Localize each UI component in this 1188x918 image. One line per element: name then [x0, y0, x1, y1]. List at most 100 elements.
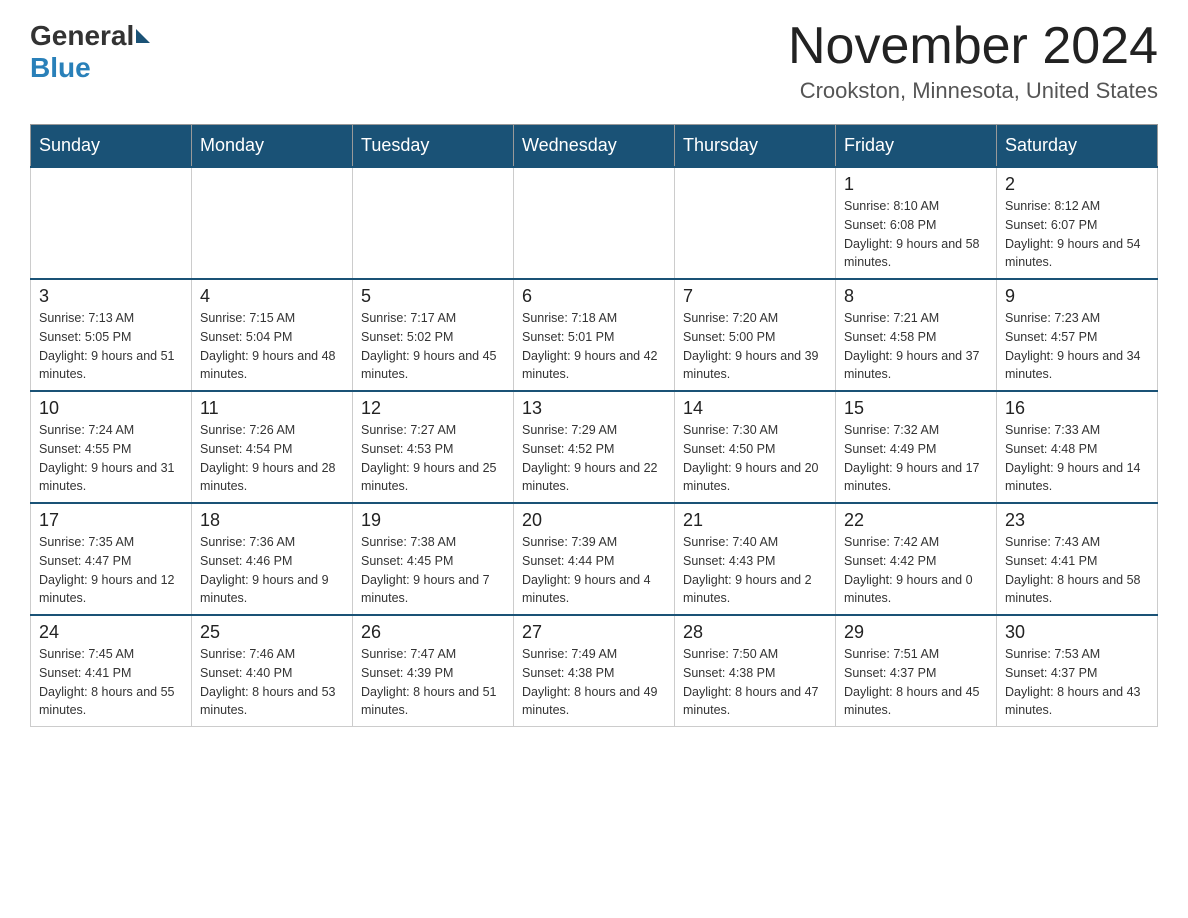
calendar-cell: 29Sunrise: 7:51 AMSunset: 4:37 PMDayligh…	[836, 615, 997, 727]
calendar-header-monday: Monday	[192, 125, 353, 168]
calendar-cell: 13Sunrise: 7:29 AMSunset: 4:52 PMDayligh…	[514, 391, 675, 503]
title-section: November 2024 Crookston, Minnesota, Unit…	[788, 20, 1158, 104]
day-info: Sunrise: 7:50 AMSunset: 4:38 PMDaylight:…	[683, 645, 827, 720]
calendar-cell: 28Sunrise: 7:50 AMSunset: 4:38 PMDayligh…	[675, 615, 836, 727]
day-info: Sunrise: 7:38 AMSunset: 4:45 PMDaylight:…	[361, 533, 505, 608]
day-number: 2	[1005, 174, 1149, 195]
day-info: Sunrise: 7:30 AMSunset: 4:50 PMDaylight:…	[683, 421, 827, 496]
day-number: 23	[1005, 510, 1149, 531]
day-number: 26	[361, 622, 505, 643]
calendar-week-row: 3Sunrise: 7:13 AMSunset: 5:05 PMDaylight…	[31, 279, 1158, 391]
calendar-week-row: 1Sunrise: 8:10 AMSunset: 6:08 PMDaylight…	[31, 167, 1158, 279]
day-number: 27	[522, 622, 666, 643]
calendar-cell: 2Sunrise: 8:12 AMSunset: 6:07 PMDaylight…	[997, 167, 1158, 279]
calendar-week-row: 24Sunrise: 7:45 AMSunset: 4:41 PMDayligh…	[31, 615, 1158, 727]
calendar-cell: 27Sunrise: 7:49 AMSunset: 4:38 PMDayligh…	[514, 615, 675, 727]
logo-blue-text: Blue	[30, 52, 152, 84]
calendar-cell: 19Sunrise: 7:38 AMSunset: 4:45 PMDayligh…	[353, 503, 514, 615]
day-info: Sunrise: 7:51 AMSunset: 4:37 PMDaylight:…	[844, 645, 988, 720]
day-info: Sunrise: 7:35 AMSunset: 4:47 PMDaylight:…	[39, 533, 183, 608]
day-number: 7	[683, 286, 827, 307]
day-number: 9	[1005, 286, 1149, 307]
calendar-cell: 25Sunrise: 7:46 AMSunset: 4:40 PMDayligh…	[192, 615, 353, 727]
calendar-cell: 10Sunrise: 7:24 AMSunset: 4:55 PMDayligh…	[31, 391, 192, 503]
day-number: 6	[522, 286, 666, 307]
day-info: Sunrise: 7:27 AMSunset: 4:53 PMDaylight:…	[361, 421, 505, 496]
day-number: 28	[683, 622, 827, 643]
calendar-cell: 8Sunrise: 7:21 AMSunset: 4:58 PMDaylight…	[836, 279, 997, 391]
calendar-cell: 14Sunrise: 7:30 AMSunset: 4:50 PMDayligh…	[675, 391, 836, 503]
calendar-header-wednesday: Wednesday	[514, 125, 675, 168]
day-info: Sunrise: 7:39 AMSunset: 4:44 PMDaylight:…	[522, 533, 666, 608]
day-info: Sunrise: 7:24 AMSunset: 4:55 PMDaylight:…	[39, 421, 183, 496]
day-info: Sunrise: 7:36 AMSunset: 4:46 PMDaylight:…	[200, 533, 344, 608]
day-number: 12	[361, 398, 505, 419]
day-number: 10	[39, 398, 183, 419]
day-info: Sunrise: 7:18 AMSunset: 5:01 PMDaylight:…	[522, 309, 666, 384]
day-info: Sunrise: 7:42 AMSunset: 4:42 PMDaylight:…	[844, 533, 988, 608]
day-number: 24	[39, 622, 183, 643]
day-info: Sunrise: 8:10 AMSunset: 6:08 PMDaylight:…	[844, 197, 988, 272]
day-number: 19	[361, 510, 505, 531]
calendar-cell: 9Sunrise: 7:23 AMSunset: 4:57 PMDaylight…	[997, 279, 1158, 391]
day-number: 20	[522, 510, 666, 531]
calendar-cell: 4Sunrise: 7:15 AMSunset: 5:04 PMDaylight…	[192, 279, 353, 391]
logo-general-text: General	[30, 20, 134, 52]
calendar-cell: 7Sunrise: 7:20 AMSunset: 5:00 PMDaylight…	[675, 279, 836, 391]
day-info: Sunrise: 7:53 AMSunset: 4:37 PMDaylight:…	[1005, 645, 1149, 720]
calendar-cell	[675, 167, 836, 279]
day-info: Sunrise: 8:12 AMSunset: 6:07 PMDaylight:…	[1005, 197, 1149, 272]
day-number: 14	[683, 398, 827, 419]
day-number: 8	[844, 286, 988, 307]
month-title: November 2024	[788, 20, 1158, 72]
day-number: 13	[522, 398, 666, 419]
day-number: 29	[844, 622, 988, 643]
calendar-header-friday: Friday	[836, 125, 997, 168]
calendar-week-row: 10Sunrise: 7:24 AMSunset: 4:55 PMDayligh…	[31, 391, 1158, 503]
day-number: 15	[844, 398, 988, 419]
calendar-cell: 12Sunrise: 7:27 AMSunset: 4:53 PMDayligh…	[353, 391, 514, 503]
calendar-cell: 11Sunrise: 7:26 AMSunset: 4:54 PMDayligh…	[192, 391, 353, 503]
calendar-cell: 23Sunrise: 7:43 AMSunset: 4:41 PMDayligh…	[997, 503, 1158, 615]
location-text: Crookston, Minnesota, United States	[788, 78, 1158, 104]
page-header: General Blue November 2024 Crookston, Mi…	[30, 20, 1158, 104]
calendar-cell: 18Sunrise: 7:36 AMSunset: 4:46 PMDayligh…	[192, 503, 353, 615]
logo: General Blue	[30, 20, 152, 84]
day-number: 4	[200, 286, 344, 307]
day-info: Sunrise: 7:32 AMSunset: 4:49 PMDaylight:…	[844, 421, 988, 496]
calendar-cell: 21Sunrise: 7:40 AMSunset: 4:43 PMDayligh…	[675, 503, 836, 615]
day-info: Sunrise: 7:26 AMSunset: 4:54 PMDaylight:…	[200, 421, 344, 496]
day-info: Sunrise: 7:49 AMSunset: 4:38 PMDaylight:…	[522, 645, 666, 720]
calendar-header-thursday: Thursday	[675, 125, 836, 168]
calendar-header-sunday: Sunday	[31, 125, 192, 168]
day-info: Sunrise: 7:46 AMSunset: 4:40 PMDaylight:…	[200, 645, 344, 720]
day-info: Sunrise: 7:20 AMSunset: 5:00 PMDaylight:…	[683, 309, 827, 384]
day-number: 17	[39, 510, 183, 531]
day-number: 22	[844, 510, 988, 531]
day-info: Sunrise: 7:43 AMSunset: 4:41 PMDaylight:…	[1005, 533, 1149, 608]
calendar-header-row: SundayMondayTuesdayWednesdayThursdayFrid…	[31, 125, 1158, 168]
day-info: Sunrise: 7:15 AMSunset: 5:04 PMDaylight:…	[200, 309, 344, 384]
calendar-cell	[192, 167, 353, 279]
calendar-cell: 24Sunrise: 7:45 AMSunset: 4:41 PMDayligh…	[31, 615, 192, 727]
day-number: 3	[39, 286, 183, 307]
day-number: 5	[361, 286, 505, 307]
calendar-cell: 30Sunrise: 7:53 AMSunset: 4:37 PMDayligh…	[997, 615, 1158, 727]
calendar-header-tuesday: Tuesday	[353, 125, 514, 168]
calendar-cell: 1Sunrise: 8:10 AMSunset: 6:08 PMDaylight…	[836, 167, 997, 279]
calendar-cell: 26Sunrise: 7:47 AMSunset: 4:39 PMDayligh…	[353, 615, 514, 727]
day-number: 25	[200, 622, 344, 643]
calendar-week-row: 17Sunrise: 7:35 AMSunset: 4:47 PMDayligh…	[31, 503, 1158, 615]
calendar-cell	[514, 167, 675, 279]
calendar-cell: 22Sunrise: 7:42 AMSunset: 4:42 PMDayligh…	[836, 503, 997, 615]
calendar-cell: 6Sunrise: 7:18 AMSunset: 5:01 PMDaylight…	[514, 279, 675, 391]
logo-arrow-icon	[136, 29, 150, 43]
day-number: 18	[200, 510, 344, 531]
calendar-cell: 20Sunrise: 7:39 AMSunset: 4:44 PMDayligh…	[514, 503, 675, 615]
calendar-cell: 15Sunrise: 7:32 AMSunset: 4:49 PMDayligh…	[836, 391, 997, 503]
day-info: Sunrise: 7:29 AMSunset: 4:52 PMDaylight:…	[522, 421, 666, 496]
day-number: 16	[1005, 398, 1149, 419]
calendar-cell: 17Sunrise: 7:35 AMSunset: 4:47 PMDayligh…	[31, 503, 192, 615]
day-info: Sunrise: 7:23 AMSunset: 4:57 PMDaylight:…	[1005, 309, 1149, 384]
day-number: 1	[844, 174, 988, 195]
